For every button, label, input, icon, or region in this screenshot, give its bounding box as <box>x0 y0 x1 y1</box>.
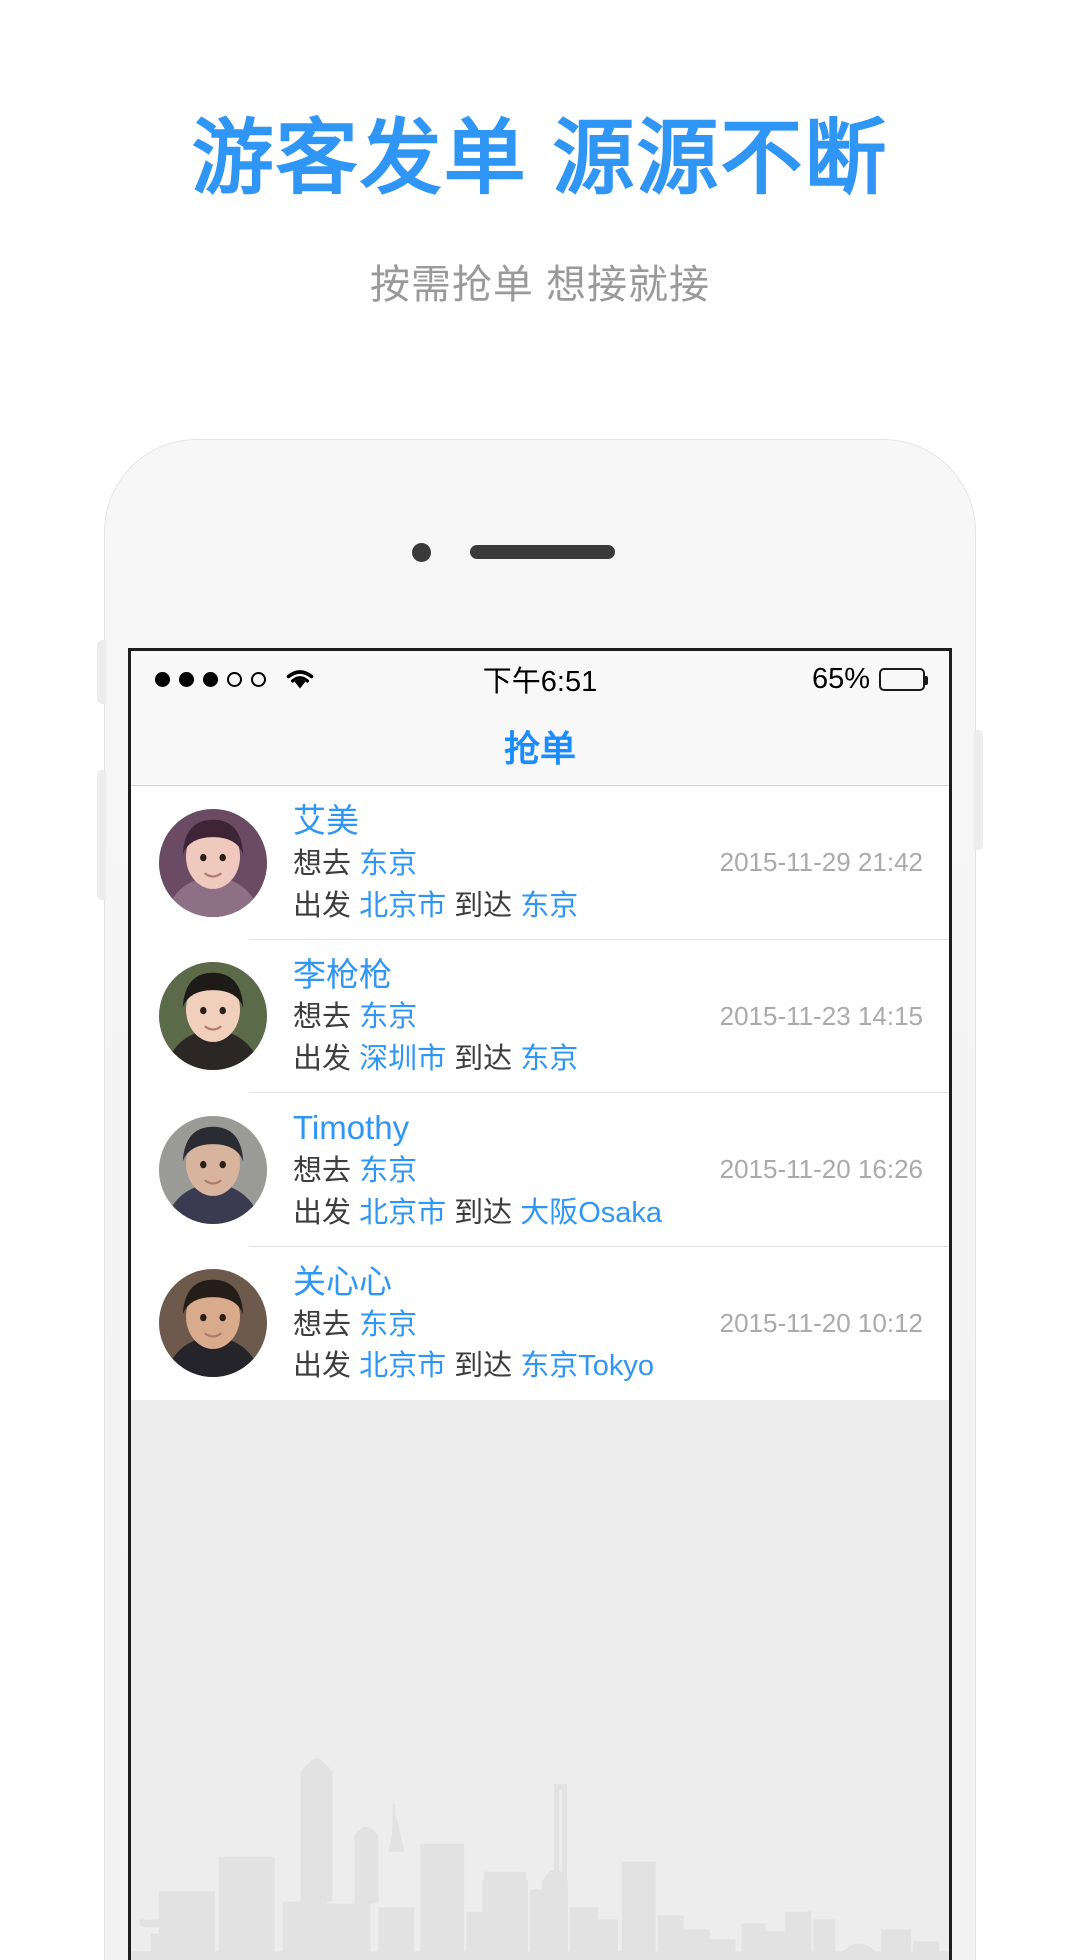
navigation-bar: 抢单 <box>131 707 949 786</box>
promo-title: 游客发单 源源不断 <box>191 113 889 204</box>
avatar[interactable] <box>159 1115 267 1224</box>
page-title: 抢单 <box>503 728 576 769</box>
want-value: 东京 <box>359 847 418 880</box>
order-destination-line: 想去 东京 <box>293 1154 706 1189</box>
promo-header: 游客发单 源源不断 按需抢单 想接就接 <box>0 0 1080 310</box>
arrive-label: 到达 <box>454 889 513 922</box>
want-label: 想去 <box>293 1308 352 1341</box>
order-route-line: 出发 北京市 到达 东京 <box>293 889 706 924</box>
want-value: 东京 <box>359 1308 418 1341</box>
order-list: 艾美 想去 东京 出发 北京市 到达 东京 2015-11-29 21:42 李枪枪 想去… <box>131 786 949 1401</box>
avatar[interactable] <box>159 962 267 1071</box>
order-list-item[interactable]: 艾美 想去 东京 出发 北京市 到达 东京 2015-11-29 21:42 <box>131 786 949 940</box>
arrive-label: 到达 <box>454 1350 513 1383</box>
depart-label: 出发 <box>293 1043 352 1076</box>
want-value: 东京 <box>359 1155 418 1187</box>
phone-mockup: 下午6:51 65% 抢单 艾美 想去 东京 出发 北京市 到达 东京 2015-11… <box>97 440 983 1960</box>
order-destination-line: 想去 东京 <box>293 847 706 882</box>
order-user-name[interactable]: 关心心 <box>293 1263 706 1301</box>
order-item-body: 李枪枪 想去 东京 出发 深圳市 到达 东京 <box>267 956 720 1078</box>
want-value: 东京 <box>359 1001 418 1034</box>
arrive-value: 东京 <box>520 1043 579 1076</box>
order-item-body: Timothy 想去 东京 出发 北京市 到达 大阪Osaka <box>267 1109 720 1231</box>
front-camera-icon <box>412 543 431 562</box>
order-route-line: 出发 北京市 到达 大阪Osaka <box>293 1196 706 1231</box>
arrive-label: 到达 <box>454 1196 513 1229</box>
battery-icon <box>879 667 928 691</box>
depart-value: 北京市 <box>359 1350 447 1383</box>
phone-power-button[interactable] <box>974 730 983 850</box>
avatar[interactable] <box>159 1269 267 1378</box>
order-list-item[interactable]: 李枪枪 想去 东京 出发 深圳市 到达 东京 2015-11-23 14:15 <box>131 940 949 1094</box>
status-bar-time: 下午6:51 <box>482 666 598 698</box>
order-destination-line: 想去 东京 <box>293 1308 706 1343</box>
order-item-body: 艾美 想去 东京 出发 北京市 到达 东京 <box>267 802 720 924</box>
order-user-name[interactable]: Timothy <box>293 1109 706 1147</box>
order-list-item[interactable]: Timothy 想去 东京 出发 北京市 到达 大阪Osaka 2015-11-20 … <box>131 1093 949 1247</box>
order-timestamp: 2015-11-20 10:12 <box>719 1307 923 1338</box>
status-bar: 下午6:51 65% <box>131 651 949 707</box>
order-user-name[interactable]: 李枪枪 <box>293 956 706 994</box>
depart-value: 北京市 <box>359 1196 447 1229</box>
arrive-value: 东京Tokyo <box>520 1350 654 1383</box>
screen-content: 艾美 想去 东京 出发 北京市 到达 东京 2015-11-29 21:42 李枪枪 想去… <box>131 786 949 1960</box>
depart-value: 北京市 <box>359 889 447 922</box>
arrive-label: 到达 <box>454 1043 513 1076</box>
depart-label: 出发 <box>293 1350 352 1383</box>
depart-label: 出发 <box>293 889 352 922</box>
battery-cap <box>924 675 928 685</box>
order-item-body: 关心心 想去 东京 出发 北京市 到达 东京Tokyo <box>267 1263 720 1385</box>
depart-label: 出发 <box>293 1196 352 1229</box>
want-label: 想去 <box>293 1001 352 1034</box>
avatar[interactable] <box>159 808 267 917</box>
promo-subtitle: 按需抢单 想接就接 <box>369 263 711 307</box>
depart-value: 深圳市 <box>359 1043 447 1076</box>
phone-screen: 下午6:51 65% 抢单 艾美 想去 东京 出发 北京市 到达 东京 2015-11… <box>128 648 952 1960</box>
want-label: 想去 <box>293 847 352 880</box>
arrive-value: 大阪Osaka <box>520 1196 663 1229</box>
order-list-item[interactable]: 关心心 想去 东京 出发 北京市 到达 东京Tokyo 2015-11-20 10:1… <box>131 1247 949 1401</box>
earpiece-speaker <box>470 545 615 559</box>
order-user-name[interactable]: 艾美 <box>293 802 706 840</box>
order-destination-line: 想去 东京 <box>293 1000 706 1035</box>
empty-area <box>131 1400 949 1960</box>
want-label: 想去 <box>293 1155 352 1187</box>
order-route-line: 出发 北京市 到达 东京Tokyo <box>293 1349 706 1384</box>
order-route-line: 出发 深圳市 到达 东京 <box>293 1042 706 1077</box>
phone-volume-up-button[interactable] <box>97 640 106 704</box>
order-timestamp: 2015-11-20 16:26 <box>719 1154 923 1185</box>
arrive-value: 东京 <box>520 889 579 922</box>
order-timestamp: 2015-11-23 14:15 <box>719 1000 923 1031</box>
phone-volume-down-button[interactable] <box>97 770 106 900</box>
order-timestamp: 2015-11-29 21:42 <box>719 847 923 878</box>
city-skyline-watermark <box>131 1757 949 1960</box>
